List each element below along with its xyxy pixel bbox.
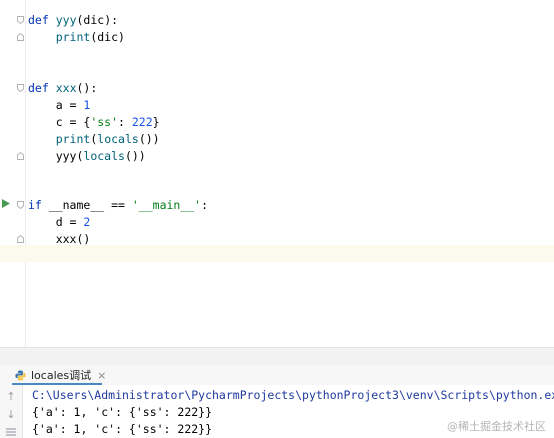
code-editor[interactable]: def yyy(dic): print(dic) def xxx(): a = … — [0, 0, 554, 347]
code-line[interactable]: d = 2 — [28, 214, 91, 231]
fold-end-icon[interactable] — [17, 235, 24, 243]
code-line[interactable]: def yyy(dic): — [28, 12, 118, 29]
run-tool-window-header: locales调试 × — [0, 365, 554, 386]
run-arrow-icon[interactable] — [2, 199, 10, 208]
console-output-line: {'a': 1, 'c': {'ss': 222}} — [32, 405, 213, 419]
close-icon[interactable]: × — [97, 369, 106, 382]
editor-gutter — [0, 0, 26, 347]
watermark: @稀土掘金技术社区 — [447, 418, 546, 434]
code-line[interactable]: yyy(locals()) — [28, 148, 146, 165]
code-line[interactable]: xxx() — [28, 231, 91, 248]
down-arrow-icon[interactable]: ↓ — [5, 409, 17, 421]
soft-wrap-icon[interactable] — [5, 426, 17, 438]
watermark-text: @稀土掘金技术社区 — [447, 420, 546, 433]
code-line[interactable]: if __name__ == '__main__': — [28, 197, 208, 214]
python-file-icon — [15, 369, 26, 381]
code-line[interactable]: a = 1 — [28, 97, 91, 114]
run-tab-label: locales调试 — [31, 369, 92, 382]
fold-start-icon[interactable] — [17, 84, 24, 92]
up-arrow-icon[interactable]: ↑ — [5, 391, 17, 403]
panel-splitter[interactable] — [0, 347, 554, 366]
fold-start-icon[interactable] — [17, 16, 24, 24]
console-output-line: {'a': 1, 'c': {'ss': 222}} — [32, 422, 213, 436]
code-line[interactable]: print(locals()) — [28, 131, 160, 148]
code-line[interactable]: c = {'ss': 222} — [28, 114, 160, 131]
console-command-line: C:\Users\Administrator\PycharmProjects\p… — [32, 388, 554, 402]
fold-start-icon[interactable] — [17, 201, 24, 209]
code-line[interactable]: def xxx(): — [28, 80, 97, 97]
code-line[interactable]: print(dic) — [28, 29, 125, 46]
fold-end-icon[interactable] — [17, 152, 24, 160]
run-side-toolbar: ↑ ↓ — [0, 385, 23, 438]
run-tab[interactable]: locales调试 × — [15, 367, 106, 383]
fold-end-icon[interactable] — [17, 33, 24, 41]
